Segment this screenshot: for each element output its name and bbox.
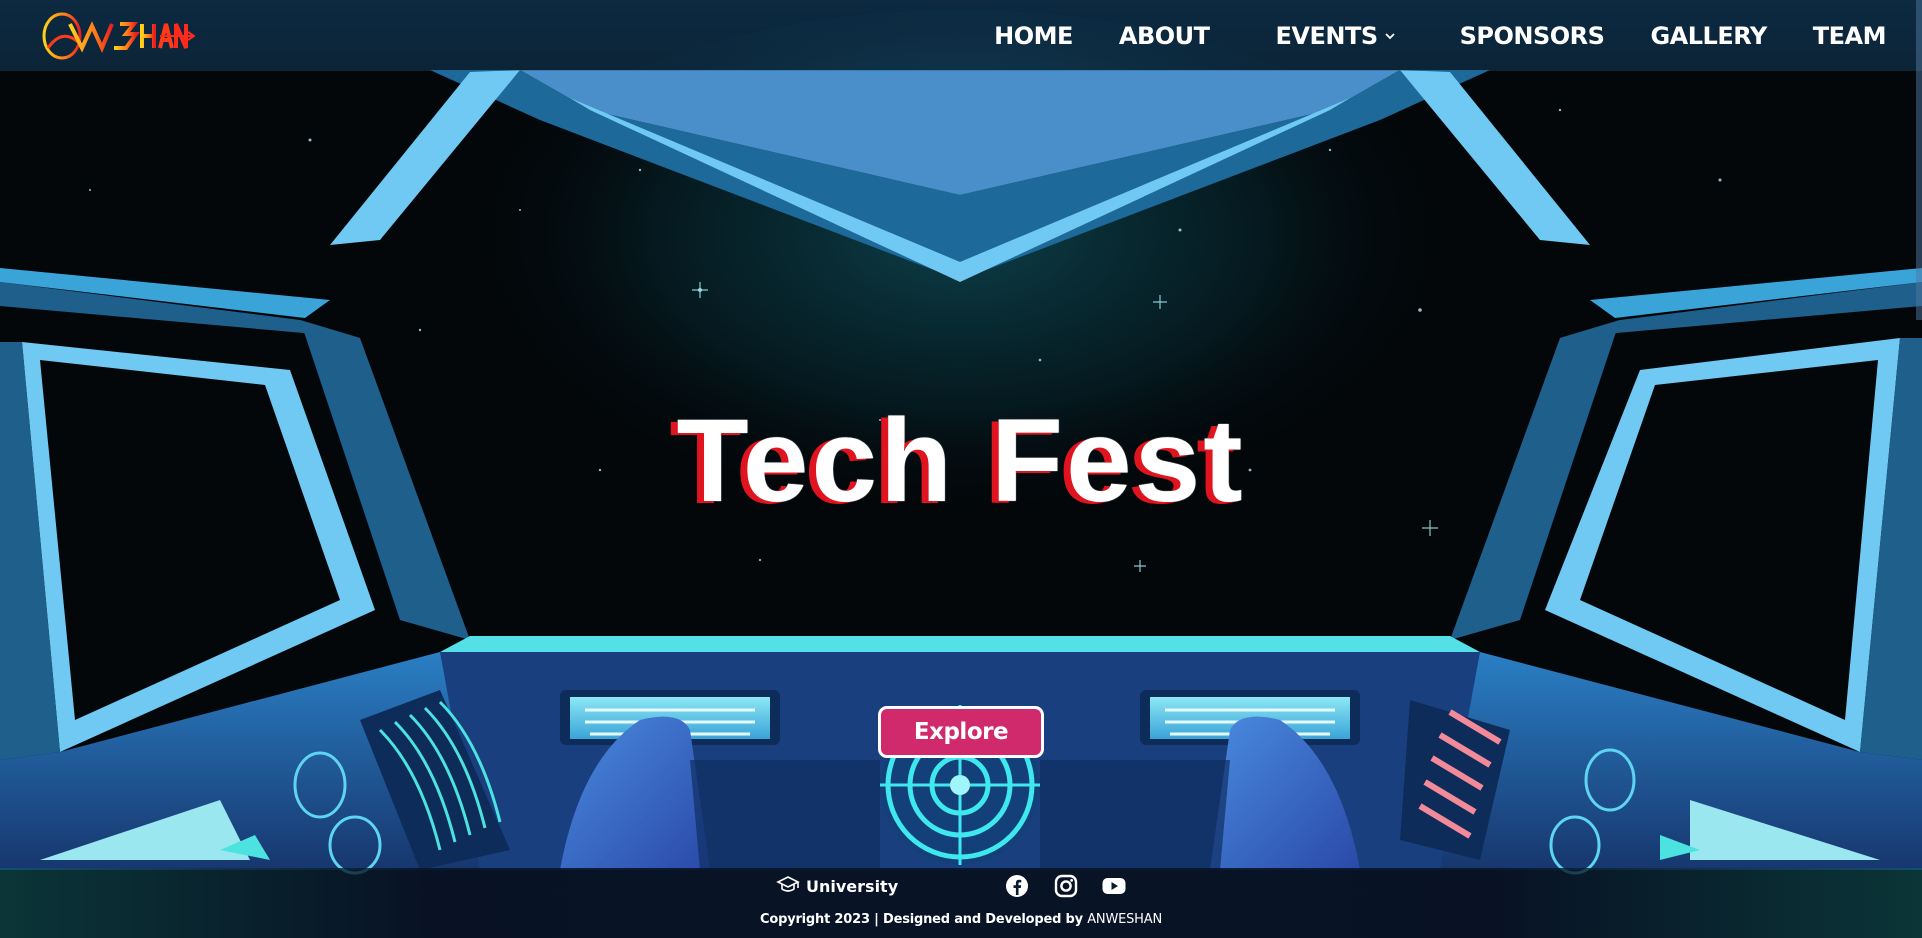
nav-sponsors-label: SPONSORS	[1459, 21, 1605, 50]
nav-sponsors[interactable]: SPONSORS	[1460, 22, 1605, 50]
copyright-prefix: Copyright 2023 | Designed and Developed …	[760, 912, 1088, 927]
nav-gallery[interactable]: GALLERY	[1650, 21, 1767, 50]
nav-home[interactable]: HOME	[994, 22, 1073, 50]
nav-gallery-label: GALLERY	[1650, 21, 1767, 50]
nav-team-label: TEAM	[1812, 21, 1887, 50]
nav-about-label: ABOUT	[1118, 21, 1210, 50]
youtube-icon[interactable]	[1101, 873, 1127, 899]
footer	[0, 868, 1922, 938]
nav-events-label: EVENTS	[1275, 21, 1379, 50]
nav-links: HOME ABOUT EVENTS SPONSORS GALLERY TEAM	[948, 0, 1886, 71]
nav-home-label: HOME	[994, 21, 1073, 50]
nav-team[interactable]: TEAM	[1812, 21, 1887, 50]
hero-title: Tech Fest	[676, 395, 1246, 527]
footer-university[interactable]: University	[776, 874, 898, 896]
chevron-down-icon	[1384, 32, 1395, 39]
scrollbar[interactable]	[1916, 0, 1922, 320]
explore-button[interactable]: Explore	[878, 706, 1044, 758]
facebook-icon[interactable]	[1004, 873, 1030, 899]
nav-events[interactable]: EVENTS	[1276, 22, 1396, 50]
instagram-icon[interactable]	[1053, 873, 1079, 899]
university-label: University	[806, 877, 899, 896]
nav-about[interactable]: ABOUT	[1119, 22, 1210, 50]
copyright-text: Copyright 2023 | Designed and Developed …	[0, 912, 1922, 927]
copyright-brand: ANWESHAN	[1087, 912, 1162, 927]
anweshan-logo[interactable]	[40, 6, 195, 66]
top-navbar: HOME ABOUT EVENTS SPONSORS GALLERY TEAM	[0, 0, 1922, 71]
graduation-cap-icon	[776, 876, 800, 892]
